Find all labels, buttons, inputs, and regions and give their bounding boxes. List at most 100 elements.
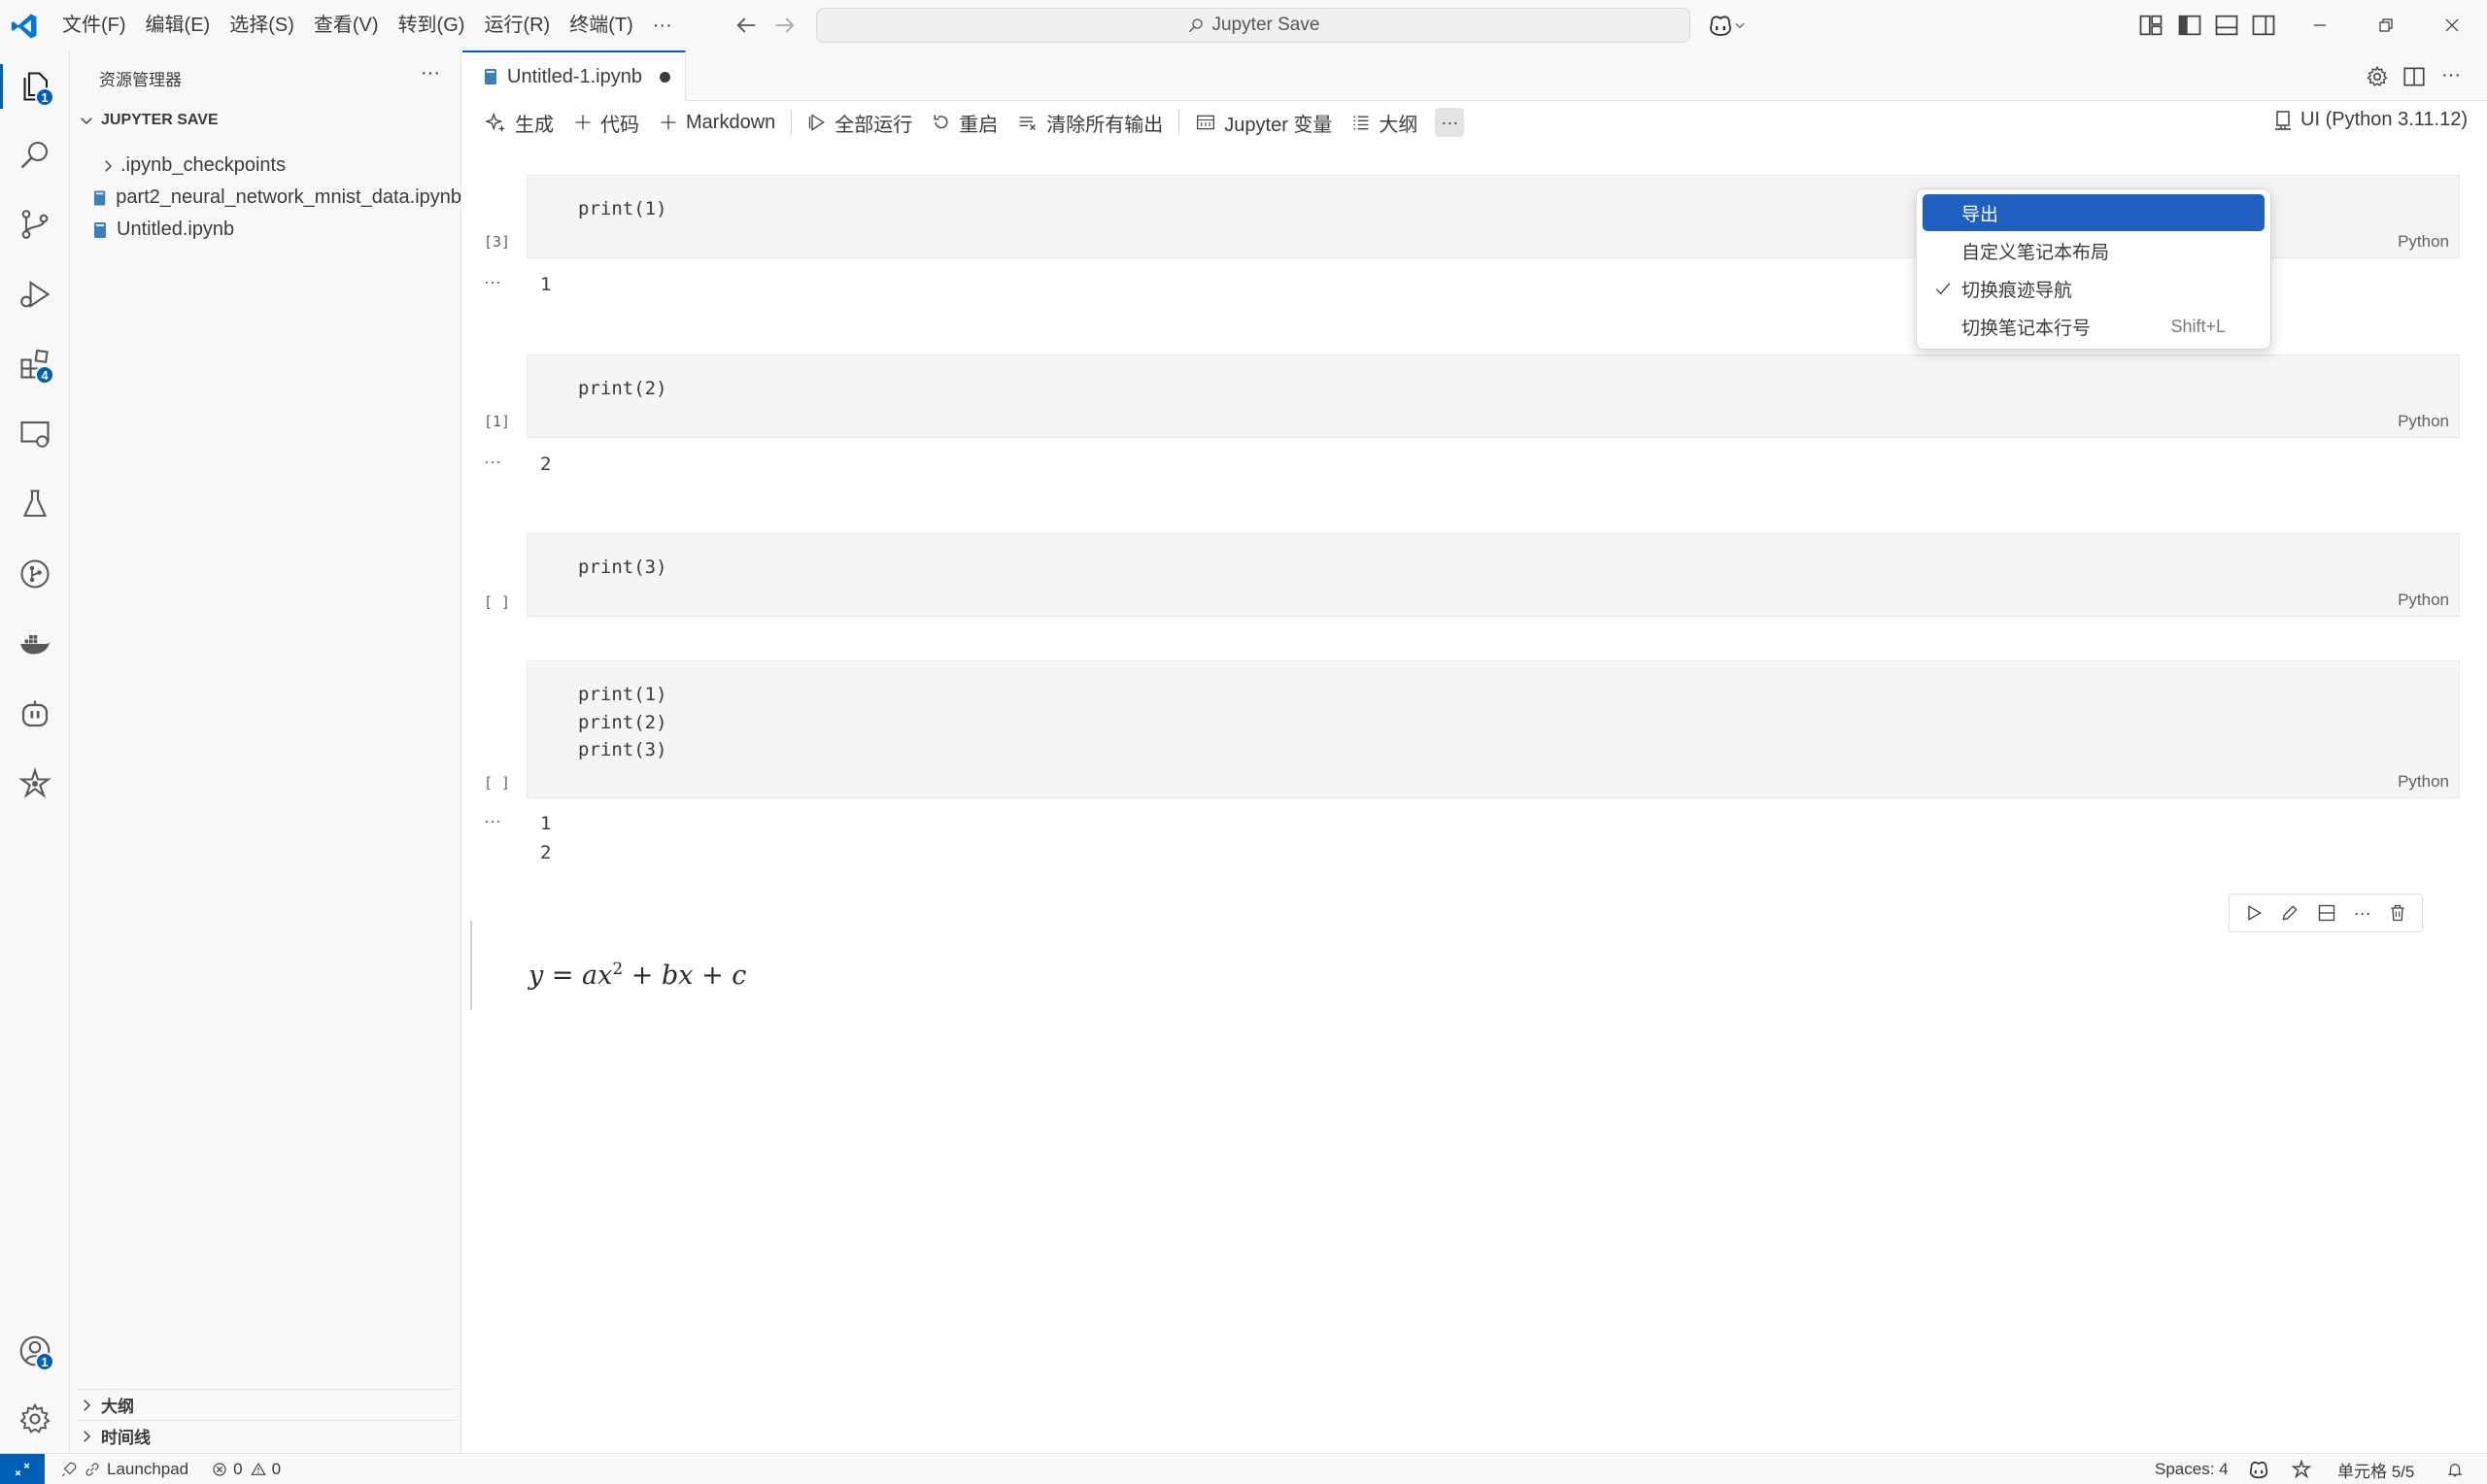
add-markdown-cell-button[interactable]: Markdown [649,105,785,140]
status-bar: Launchpad 0 0 Spaces: 4 单元格 5/5 [0,1453,2487,1484]
jupyter-variables-button[interactable]: Jupyter 变量 [1185,105,1342,140]
tree-item-checkpoints[interactable]: .ipynb_checkpoints [70,150,461,182]
menu-item-export[interactable]: 导出 [1923,194,2265,231]
output-more-button[interactable]: ··· [484,272,501,292]
activity-run-debug[interactable] [0,260,70,328]
cell-language[interactable]: Python [2398,412,2449,431]
toolbar-divider [791,110,793,135]
cell-language[interactable]: Python [2398,590,2449,610]
toggle-panel-icon[interactable] [2213,12,2240,39]
equation-rest: + bx + c [623,961,747,991]
restore-button[interactable] [2353,0,2419,51]
toggle-primary-sidebar-icon[interactable] [2176,12,2203,39]
gear-icon[interactable] [2365,64,2390,89]
cell-output: 1 2 [540,813,552,863]
activity-git-graph[interactable] [0,540,70,608]
run-cell-icon[interactable] [2244,903,2264,923]
activity-extensions[interactable]: 4 [0,330,70,398]
menu-run[interactable]: 运行(R) [474,0,560,51]
activity-explorer[interactable]: 1 [0,52,70,120]
problems-status[interactable]: 0 0 [212,1460,281,1479]
star-arrow-icon [2291,1459,2312,1479]
menu-terminal[interactable]: 终端(T) [560,0,643,51]
git-graph-icon [20,559,50,589]
run-all-button[interactable]: 全部运行 [798,105,922,140]
chevron-down-icon [81,118,92,125]
kernel-picker[interactable]: UI (Python 3.11.12) [2273,109,2468,131]
markdown-cell[interactable]: y = ax2 + bx + c [470,921,2471,1010]
cell-source[interactable]: print(1) [578,195,667,223]
close-icon [2445,18,2459,32]
equation-base: y = ax [528,961,613,991]
menu-item-toggle-breadcrumbs[interactable]: 切换痕迹导航 [1923,270,2265,307]
output-more-button[interactable]: ··· [484,452,501,472]
trash-icon[interactable] [2388,903,2407,923]
restart-button[interactable]: 重启 [922,105,1007,140]
copilot-menu-button[interactable] [1708,12,1756,39]
menu-selection[interactable]: 选择(S) [220,0,304,51]
arrow-left-icon[interactable] [732,12,760,39]
timeline-pane-header[interactable]: 时间线 [78,1420,457,1451]
unsaved-dot-icon[interactable] [659,71,670,83]
outline-pane-header[interactable]: 大纲 [78,1389,457,1420]
clear-all-outputs-button[interactable]: 清除所有输出 [1007,105,1173,140]
menu-item-customize-layout[interactable]: 自定义笔记本布局 [1923,232,2265,269]
close-window-button[interactable] [2419,0,2485,51]
cell-language[interactable]: Python [2398,772,2449,792]
tab-untitled-1[interactable]: Untitled-1.ipynb [462,51,686,101]
generate-button[interactable]: 生成 [476,105,563,140]
add-code-cell-button[interactable]: 代码 [563,105,649,140]
code-cell[interactable]: print(3) Python [527,533,2460,617]
activity-search[interactable] [0,120,70,188]
menu-file[interactable]: 文件(F) [52,0,136,51]
outline-button[interactable]: 大纲 [1342,105,1427,140]
cell-position-status[interactable]: 单元格 5/5 [2337,1454,2414,1484]
menu-view[interactable]: 查看(V) [304,0,389,51]
minimize-button[interactable] [2287,0,2353,51]
kernel-icon [2275,110,2292,130]
sidebar-more-button[interactable]: ··· [416,62,445,85]
activity-source-control[interactable] [0,190,70,258]
activity-copilot-chat[interactable] [0,680,70,748]
code-cell[interactable]: print(2) Python [527,354,2460,438]
gear-icon [19,1402,51,1433]
output-more-button[interactable]: ··· [484,811,501,831]
toggle-secondary-sidebar-icon[interactable] [2250,12,2277,39]
activity-manage[interactable] [0,1385,70,1453]
cell-source[interactable]: print(1) print(2) print(3) [578,681,667,764]
activity-extension-view[interactable] [0,750,70,818]
editor-more-actions-button[interactable]: ··· [2438,64,2464,89]
tree-item-untitled-notebook[interactable]: Untitled.ipynb [70,214,461,246]
indentation-status[interactable]: Spaces: 4 [2155,1454,2229,1484]
menu-item-toggle-line-numbers[interactable]: 切换笔记本行号 Shift+L [1923,308,2265,345]
launchpad-status[interactable]: Launchpad [60,1460,188,1479]
menu-go[interactable]: 转到(G) [389,0,475,51]
notifications-button[interactable] [2446,1454,2464,1484]
customize-layout-icon[interactable] [2137,12,2164,39]
cell-source[interactable]: print(3) [578,554,667,582]
activity-testing[interactable] [0,470,70,538]
command-center-search[interactable]: Jupyter Save [816,8,1690,43]
tree-item-part2-notebook[interactable]: part2_neural_network_mnist_data.ipynb [70,182,461,214]
copilot-status[interactable] [2248,1454,2269,1484]
menu-more[interactable]: ··· [643,0,682,51]
indentation-label: Spaces: 4 [2155,1460,2229,1478]
variables-icon [1197,115,1215,130]
activity-docker[interactable] [0,610,70,678]
toolbar-more-button[interactable]: ··· [1435,108,1465,137]
cell-source[interactable]: print(2) [578,375,667,403]
code-cell[interactable]: print(1) print(2) print(3) Python [527,660,2460,798]
split-cell-icon[interactable] [2317,903,2336,923]
pencil-icon[interactable] [2280,903,2300,923]
activity-accounts[interactable]: 1 [0,1317,70,1385]
run-all-icon [809,114,826,131]
extension-status[interactable] [2291,1454,2312,1484]
split-editor-icon[interactable] [2402,64,2427,89]
activity-remote-explorer[interactable] [0,400,70,468]
menu-edit[interactable]: 编辑(E) [136,0,221,51]
folder-header[interactable]: JUPYTER SAVE [78,107,457,134]
remote-indicator-button[interactable] [0,1453,45,1484]
cell-language[interactable]: Python [2398,232,2449,252]
arrow-right-icon[interactable] [771,12,799,39]
notebook-file-icon [485,69,496,84]
